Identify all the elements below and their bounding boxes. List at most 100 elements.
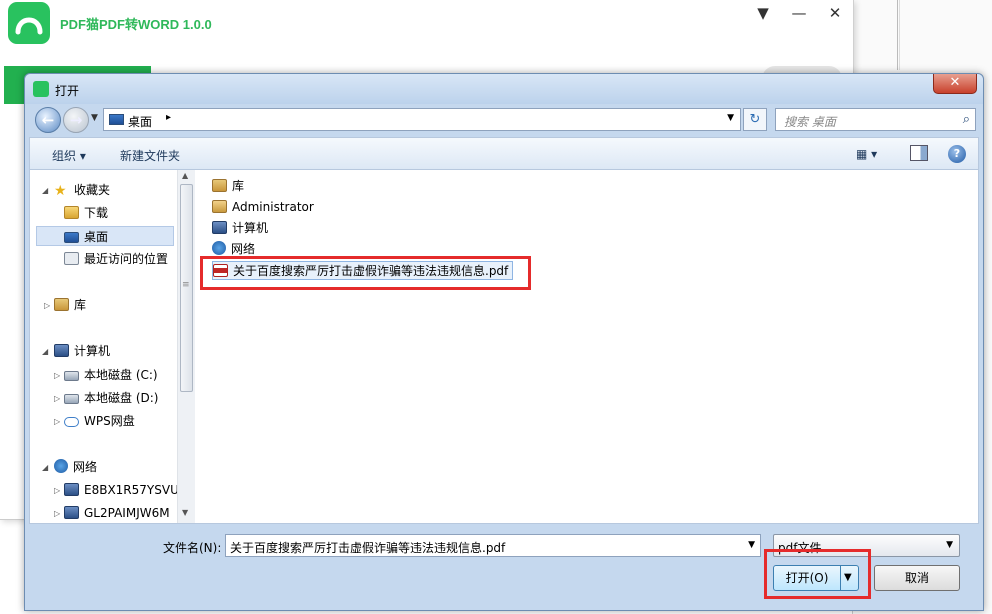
- back-button[interactable]: ←: [35, 107, 61, 133]
- nav-label: 桌面: [84, 230, 109, 244]
- nav-item-desktop[interactable]: 桌面: [36, 226, 174, 246]
- nav-item-recent[interactable]: 最近访问的位置: [64, 249, 168, 269]
- computer-icon: [64, 483, 79, 496]
- minimize-button[interactable]: —: [788, 3, 810, 23]
- scroll-down-icon[interactable]: ▼: [182, 508, 188, 517]
- star-icon: ★: [54, 183, 67, 199]
- dialog-titlebar[interactable]: 打开 ✕: [25, 74, 983, 104]
- nav-item-libraries[interactable]: 库: [54, 295, 86, 315]
- nav-label: 网络: [73, 460, 98, 474]
- chevron-down-icon[interactable]: ▼: [727, 113, 734, 123]
- nav-label: 本地磁盘 (D:): [84, 391, 159, 405]
- help-icon[interactable]: ?: [948, 145, 966, 163]
- nav-scrollbar[interactable]: ▲ ≡ ▼: [177, 170, 195, 523]
- nav-label: GL2PAIMJW6M: [84, 506, 170, 520]
- filename-input[interactable]: 关于百度搜索严厉打击虚假诈骗等违法违规信息.pdf ▼: [225, 534, 761, 557]
- view-options-button[interactable]: ▦ ▾: [856, 147, 877, 161]
- search-icon[interactable]: ⌕: [963, 112, 970, 127]
- nav-item-network[interactable]: 网络: [54, 457, 97, 477]
- desktop-icon: [64, 232, 79, 243]
- file-name: 网络: [231, 242, 256, 256]
- expand-icon[interactable]: ▷: [54, 394, 60, 403]
- library-icon: [54, 298, 69, 311]
- drive-icon: [64, 371, 79, 381]
- nav-label: 最近访问的位置: [84, 252, 169, 266]
- new-folder-button[interactable]: 新建文件夹: [120, 147, 180, 164]
- nav-item-wps[interactable]: WPS网盘: [64, 411, 135, 431]
- nav-item-favorites[interactable]: ★ 收藏夹: [54, 180, 110, 200]
- dialog-close-button[interactable]: ✕: [933, 74, 977, 94]
- expand-icon[interactable]: ▷: [54, 371, 60, 380]
- history-dropdown-icon[interactable]: ▼: [91, 113, 98, 123]
- preview-pane-icon[interactable]: [910, 145, 928, 161]
- nav-item-network-pc[interactable]: E8BX1R57YSVU: [64, 480, 179, 500]
- app-title: PDF猫PDF转WORD 1.0.0: [60, 17, 212, 32]
- command-toolbar: 组织 ▾ 新建文件夹 ▦ ▾ ?: [29, 137, 979, 169]
- nav-label: WPS网盘: [84, 414, 135, 428]
- chevron-down-icon[interactable]: ▼: [946, 540, 953, 550]
- filename-value[interactable]: 关于百度搜索严厉打击虚假诈骗等违法违规信息.pdf: [230, 539, 505, 556]
- filename-label: 文件名(N):: [163, 541, 222, 555]
- close-button[interactable]: ✕: [824, 3, 846, 23]
- navigation-pane: ◢ ★ 收藏夹 下载 桌面 最近访问的位置 ▷ 库 ◢ 计算机 ▷ 本地磁盘 (C…: [30, 170, 196, 523]
- divider: [899, 0, 900, 70]
- nav-label: E8BX1R57YSVU: [84, 483, 179, 497]
- expand-icon[interactable]: ◢: [42, 463, 48, 472]
- chevron-right-icon[interactable]: ▸: [166, 112, 171, 123]
- nav-label: 下载: [84, 206, 109, 220]
- highlight-box: [764, 549, 871, 599]
- list-item[interactable]: 库: [212, 177, 244, 196]
- navigation-bar: ← → ▼ 桌面 ▸ ▼ ↻ 搜索 桌面 ⌕: [25, 104, 983, 134]
- file-name: 库: [232, 179, 245, 193]
- file-name: Administrator: [232, 200, 314, 214]
- download-folder-icon: [64, 206, 79, 219]
- expand-icon[interactable]: ◢: [42, 186, 48, 195]
- highlight-box: [200, 256, 531, 290]
- nav-item-downloads[interactable]: 下载: [64, 203, 108, 223]
- dialog-app-icon: [33, 81, 49, 97]
- organize-menu[interactable]: 组织 ▾: [52, 147, 86, 164]
- open-file-dialog: 打开 ✕ ← → ▼ 桌面 ▸ ▼ ↻ 搜索 桌面 ⌕ 组织 ▾ 新建文件夹 ▦…: [24, 73, 984, 611]
- expand-icon[interactable]: ▷: [54, 509, 60, 518]
- search-input[interactable]: 搜索 桌面 ⌕: [775, 108, 976, 131]
- computer-icon: [212, 221, 227, 234]
- computer-icon: [64, 506, 79, 519]
- list-item[interactable]: Administrator: [212, 198, 314, 217]
- nav-label: 计算机: [74, 344, 111, 358]
- file-name: 计算机: [232, 221, 269, 235]
- cloud-icon: [64, 417, 79, 427]
- chevron-down-icon[interactable]: ▼: [748, 540, 755, 550]
- expand-icon[interactable]: ▷: [54, 417, 60, 426]
- menu-dropdown-icon[interactable]: ▼: [752, 3, 774, 23]
- browser-area: ◢ ★ 收藏夹 下载 桌面 最近访问的位置 ▷ 库 ◢ 计算机 ▷ 本地磁盘 (C…: [29, 169, 979, 524]
- expand-icon[interactable]: ▷: [54, 486, 60, 495]
- user-folder-icon: [212, 200, 227, 213]
- forward-button[interactable]: →: [63, 107, 89, 133]
- expand-icon[interactable]: ◢: [42, 347, 48, 356]
- network-icon: [212, 241, 226, 255]
- file-list: 库 Administrator 计算机 网络 关于百度搜索严厉打击虚假诈骗等违法…: [200, 170, 978, 523]
- nav-item-network-pc[interactable]: GL2PAIMJW6M: [64, 503, 170, 523]
- desktop-icon: [109, 114, 124, 125]
- nav-item-computer[interactable]: 计算机: [54, 341, 110, 361]
- address-crumb[interactable]: 桌面: [128, 113, 152, 130]
- search-placeholder: 搜索 桌面: [784, 115, 836, 129]
- expand-icon[interactable]: ▷: [44, 301, 50, 310]
- cancel-button[interactable]: 取消: [874, 565, 960, 591]
- nav-label: 库: [74, 298, 87, 312]
- recent-places-icon: [64, 252, 79, 265]
- scroll-grip-icon: ≡: [182, 280, 190, 290]
- network-icon: [54, 459, 68, 473]
- nav-label: 收藏夹: [74, 183, 111, 197]
- drive-icon: [64, 394, 79, 404]
- nav-item-drive-c[interactable]: 本地磁盘 (C:): [64, 365, 158, 385]
- nav-item-drive-d[interactable]: 本地磁盘 (D:): [64, 388, 158, 408]
- computer-icon: [54, 344, 69, 357]
- refresh-button[interactable]: ↻: [743, 108, 767, 131]
- library-icon: [212, 179, 227, 192]
- address-bar[interactable]: 桌面 ▸ ▼: [103, 108, 741, 131]
- list-item[interactable]: 计算机: [212, 219, 268, 238]
- app-logo-icon: [8, 2, 50, 44]
- scroll-up-icon[interactable]: ▲: [182, 171, 188, 180]
- divider: [897, 0, 898, 70]
